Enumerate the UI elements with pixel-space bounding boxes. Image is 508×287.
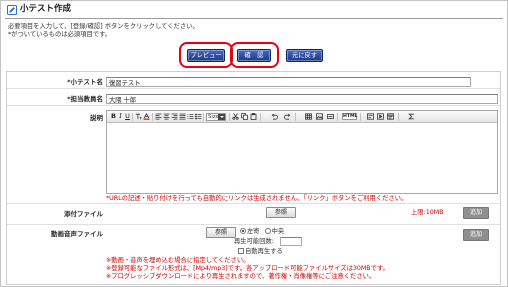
redo-icon[interactable] [284,113,291,120]
radio-label: 左寄 [247,228,260,235]
ordered-list-icon[interactable] [187,113,194,120]
toolbar-separator [360,113,361,121]
form-row-media: 動画音声ファイル 参照 左寄 中央 再生可能回数: 自動再生する 追加 ※動画・… [7,225,500,284]
page-title: 小テスト作成 [20,4,72,14]
alignment-radio-group: 左寄 中央 [240,228,284,236]
toolbar-separator [337,113,338,121]
autoplay-checkbox[interactable]: 自動再生する [238,248,283,256]
form-row-description: 説明 B I U Size HTML *URLの記述・貼り付けを行っても自動的に… [7,106,500,204]
media-label: 動画音声ファイル [51,230,103,238]
edit-document-icon [7,5,17,15]
toolbar-separator [132,113,133,121]
reset-button[interactable]: 元に戻す [286,49,323,62]
align-center-radio[interactable]: 中央 [264,228,285,235]
italic-button[interactable]: I [117,113,124,120]
special-char-icon[interactable] [367,113,374,120]
bullet-list-icon[interactable] [195,113,202,120]
checkbox-box[interactable] [238,248,244,254]
toolbar-separator [152,113,153,121]
align-left-icon[interactable] [155,113,162,120]
radio-button[interactable] [240,228,246,234]
font-size-select[interactable]: Size [206,113,226,121]
image-icon[interactable] [316,113,323,120]
font-format-icon[interactable] [135,113,142,120]
teacher-input[interactable] [106,94,498,104]
toolbar-separator [229,113,230,121]
radio-button[interactable] [264,228,271,234]
align-right-icon[interactable] [171,113,178,120]
quiz-name-label: *小テスト名 [67,78,103,86]
description-editor-area[interactable] [107,123,497,193]
media-browse-button[interactable]: 参照 [206,227,236,238]
play-count-input[interactable] [280,237,302,246]
play-count-label: 再生可能回数: [234,238,274,245]
confirm-highlight-annotation [230,42,279,68]
link-warning-note: *URLの記述・貼り付けを行っても自動的にリンクは生成されません。「リンク」ボタ… [106,195,408,202]
cut-icon[interactable] [232,113,239,120]
autoplay-label: 自動再生する [245,248,283,255]
attachment-label: 添付ファイル [64,210,103,218]
media-icon[interactable] [377,113,384,120]
media-format-note: ※登録可能なファイル形式は、[Mp4/mp3]です。各アップロード可能ファイルサ… [106,265,389,272]
quiz-name-input[interactable] [106,77,471,87]
toolbar-separator [295,113,296,121]
header-divider [5,18,503,19]
instruction-text: 必要項目を入力して、[登録/確認] ボタンをクリックしてください。 [8,23,199,30]
html-source-button[interactable]: HTML [342,113,357,120]
form-row-quiz-name: *小テスト名 [7,72,500,89]
media-copyright-note: ※プログレッシブダウンロードにより再生されますので、著作権・肖像権等にご注意くだ… [106,273,376,280]
align-left-radio[interactable]: 左寄 [240,228,260,235]
insert-box-icon[interactable] [327,113,334,120]
editor-toolbar: B I U Size HTML [107,111,497,123]
form-row-attachment: 添付ファイル 参照 上限:10MB 追加 [7,204,500,225]
paste-icon[interactable] [250,113,257,120]
copy-icon[interactable] [241,113,248,120]
toolbar-separator [260,113,261,121]
attachment-size-limit: 上限:10MB [411,209,444,216]
text-color-icon[interactable] [143,113,150,120]
table-icon[interactable] [305,113,312,120]
undo-icon[interactable] [271,113,278,120]
bold-button[interactable]: B [110,113,117,120]
rich-text-editor: B I U Size HTML [106,110,498,194]
preview-icon[interactable] [387,113,394,120]
form-row-teacher: *担当教員名 [7,89,500,106]
toolbar-separator [203,113,204,121]
radio-label: 中央 [271,228,285,235]
required-note-text: *がついているものは必須項目です。 [8,31,112,38]
page-frame: 小テスト作成 必要項目を入力して、[登録/確認] ボタンをクリックしてください。… [0,0,508,287]
preview-highlight-annotation [179,42,233,68]
sigma-icon[interactable] [408,113,415,120]
align-justify-icon[interactable] [179,113,186,120]
description-label: 説明 [90,114,103,122]
chevron-down-icon [218,114,225,120]
toolbar-separator [398,113,399,121]
media-add-button[interactable]: 追加 [463,229,489,241]
teacher-label: *担当教員名 [67,95,103,103]
attachment-add-button[interactable]: 追加 [463,207,489,219]
quiz-form: *小テスト名 *担当教員名 説明 B I U [6,71,501,285]
underline-button[interactable]: U [124,113,131,120]
attachment-browse-button[interactable]: 参照 [266,207,296,218]
media-note: ※動画・音声を埋め込む場合に指定してください。 [106,257,250,264]
align-center-icon[interactable] [163,113,170,120]
